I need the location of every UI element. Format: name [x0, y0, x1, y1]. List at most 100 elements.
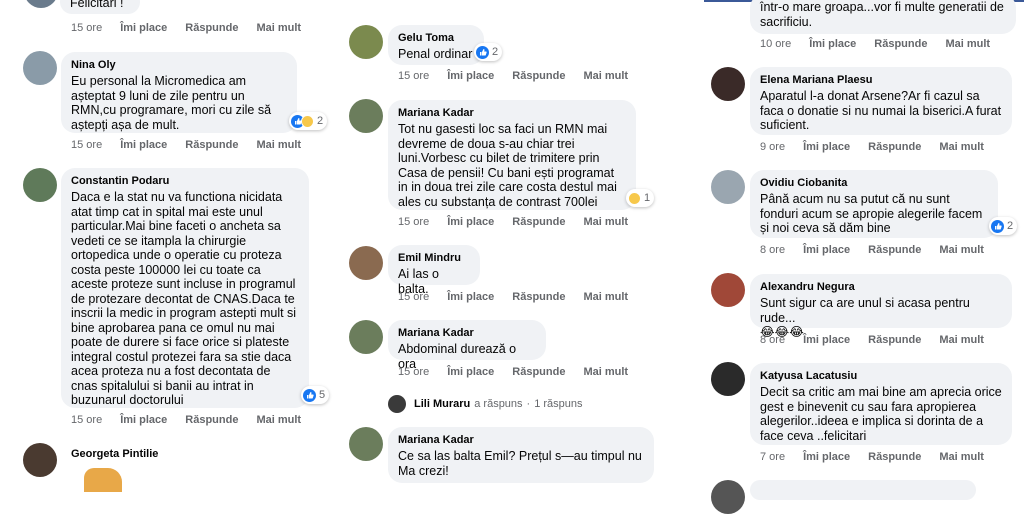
comment-bubble	[750, 480, 976, 500]
avatar[interactable]	[349, 99, 383, 133]
avatar[interactable]	[711, 170, 745, 204]
reply-link[interactable]: Răspunde	[868, 141, 921, 153]
author-name[interactable]: Mariana Kadar	[398, 433, 644, 447]
like-link[interactable]: Îmi place	[120, 139, 167, 151]
author-name[interactable]: Constantin Podaru	[71, 174, 299, 188]
avatar[interactable]	[711, 480, 745, 514]
author-name[interactable]: Nina Oly	[71, 58, 287, 72]
reply-count[interactable]: 1 răspuns	[534, 398, 582, 410]
comment-bubble: Alexandru Negura Sunt sigur ca are unul …	[750, 274, 1012, 339]
reply-author-name[interactable]: Lili Muraru	[414, 397, 470, 411]
comment-text: Daca e la stat nu va functiona nicidata …	[71, 190, 297, 407]
avatar[interactable]	[349, 246, 383, 280]
comment-time[interactable]: 15 ore	[71, 22, 102, 34]
like-link[interactable]: Îmi place	[803, 451, 850, 463]
comment-bubble: Ovidiu Ciobanita Până acum nu sa putut c…	[750, 170, 998, 238]
comment-time[interactable]: 15 ore	[398, 70, 429, 82]
avatar[interactable]	[23, 443, 57, 477]
comment-actions: 15 ore Îmi place Răspunde Mai mult	[71, 22, 319, 34]
reaction-badge[interactable]: 2	[989, 217, 1018, 235]
author-name[interactable]: Mariana Kadar	[398, 106, 626, 120]
comment-bubble: Elena Mariana Plaesu Aparatul l-a donat …	[750, 67, 1012, 135]
reply-link[interactable]: Răspunde	[185, 139, 238, 151]
comment-time[interactable]: 8 ore	[760, 244, 785, 256]
like-link[interactable]: Îmi place	[447, 70, 494, 82]
avatar[interactable]	[349, 427, 383, 461]
comment-time[interactable]: 15 ore	[398, 291, 429, 303]
reaction-badge[interactable]: 1	[626, 189, 655, 207]
reply-link[interactable]: Răspunde	[868, 334, 921, 346]
author-name[interactable]: Emil Mindru	[398, 251, 470, 265]
comment-bubble: Gelu Toma Penal ordinar	[388, 25, 484, 65]
like-link[interactable]: Îmi place	[803, 334, 850, 346]
comment-text: Eu personal la Micromedica am așteptat 9…	[71, 74, 272, 132]
like-link[interactable]: Îmi place	[803, 244, 850, 256]
reaction-badge[interactable]: 2	[474, 43, 503, 61]
comment-bubble: Felicitari !	[60, 0, 140, 14]
comment-time[interactable]: 15 ore	[398, 366, 429, 378]
author-name[interactable]: Ovidiu Ciobanita	[760, 176, 988, 190]
comment-text: Ce sa las balta Emil? Prețul s—au timpul…	[398, 449, 642, 478]
more-link[interactable]: Mai mult	[583, 366, 628, 378]
comment-bubble: Constantin Podaru Daca e la stat nu va f…	[61, 168, 309, 408]
reply-link[interactable]: Răspunde	[512, 70, 565, 82]
more-link[interactable]: Mai mult	[583, 291, 628, 303]
comment-time[interactable]: 9 ore	[760, 141, 785, 153]
more-link[interactable]: Mai mult	[939, 244, 984, 256]
more-link[interactable]: Mai mult	[939, 451, 984, 463]
more-link[interactable]: Mai mult	[256, 139, 301, 151]
replies-link[interactable]: Lili Muraru a răspuns · 1 răspuns	[388, 395, 583, 413]
comment-text: Sunt sigur ca are unul si acasa pentru r…	[760, 296, 970, 325]
author-name[interactable]: Mariana Kadar	[398, 326, 536, 340]
author-name[interactable]: Alexandru Negura	[760, 280, 1002, 294]
avatar[interactable]	[711, 362, 745, 396]
avatar[interactable]	[711, 273, 745, 307]
author-name[interactable]: Elena Mariana Plaesu	[760, 73, 1002, 87]
comment-time[interactable]: 15 ore	[398, 216, 429, 228]
reply-link[interactable]: Răspunde	[868, 451, 921, 463]
more-link[interactable]: Mai mult	[939, 141, 984, 153]
more-link[interactable]: Mai mult	[583, 70, 628, 82]
like-link[interactable]: Îmi place	[120, 22, 167, 34]
avatar[interactable]	[23, 168, 57, 202]
reply-link[interactable]: Răspunde	[185, 22, 238, 34]
reply-link[interactable]: Răspunde	[512, 366, 565, 378]
comment-time[interactable]: 7 ore	[760, 451, 785, 463]
reaction-badge[interactable]: 5	[301, 386, 330, 404]
reaction-count: 5	[319, 389, 326, 401]
comment-text: Decit sa critic am mai bine am aprecia o…	[760, 385, 1002, 443]
like-link[interactable]: Îmi place	[447, 291, 494, 303]
more-link[interactable]: Mai mult	[256, 414, 301, 426]
comment-time[interactable]: 8 ore	[760, 334, 785, 346]
avatar[interactable]	[24, 0, 58, 8]
reaction-count: 2	[492, 46, 499, 58]
avatar[interactable]	[349, 320, 383, 354]
author-name[interactable]: Katyusa Lacatusiu	[760, 369, 1002, 383]
comment-time[interactable]: 15 ore	[71, 139, 102, 151]
reply-link[interactable]: Răspunde	[512, 291, 565, 303]
comment-time[interactable]: 10 ore	[760, 38, 791, 50]
comment-actions: 15 ore Îmi place Răspunde Mai mult	[71, 139, 319, 151]
like-link[interactable]: Îmi place	[803, 141, 850, 153]
reply-link[interactable]: Răspunde	[185, 414, 238, 426]
comment-time[interactable]: 15 ore	[71, 414, 102, 426]
avatar[interactable]	[349, 25, 383, 59]
more-link[interactable]: Mai mult	[256, 22, 301, 34]
more-link[interactable]: Mai mult	[945, 38, 990, 50]
reply-link[interactable]: Răspunde	[868, 244, 921, 256]
author-name[interactable]: Gelu Toma	[398, 31, 474, 45]
reply-link[interactable]: Răspunde	[512, 216, 565, 228]
like-link[interactable]: Îmi place	[447, 216, 494, 228]
avatar[interactable]	[711, 67, 745, 101]
author-name[interactable]: Georgeta Pintilie	[71, 447, 158, 461]
reaction-badge[interactable]: 2	[289, 112, 328, 130]
more-link[interactable]: Mai mult	[583, 216, 628, 228]
like-link[interactable]: Îmi place	[447, 366, 494, 378]
comment-actions: 8 ore Îmi place Răspunde Mai mult	[760, 334, 1002, 346]
more-link[interactable]: Mai mult	[939, 334, 984, 346]
like-link[interactable]: Îmi place	[120, 414, 167, 426]
comment-text: Felicitari !	[70, 0, 124, 10]
reply-link[interactable]: Răspunde	[874, 38, 927, 50]
like-link[interactable]: Îmi place	[809, 38, 856, 50]
avatar[interactable]	[23, 51, 57, 85]
